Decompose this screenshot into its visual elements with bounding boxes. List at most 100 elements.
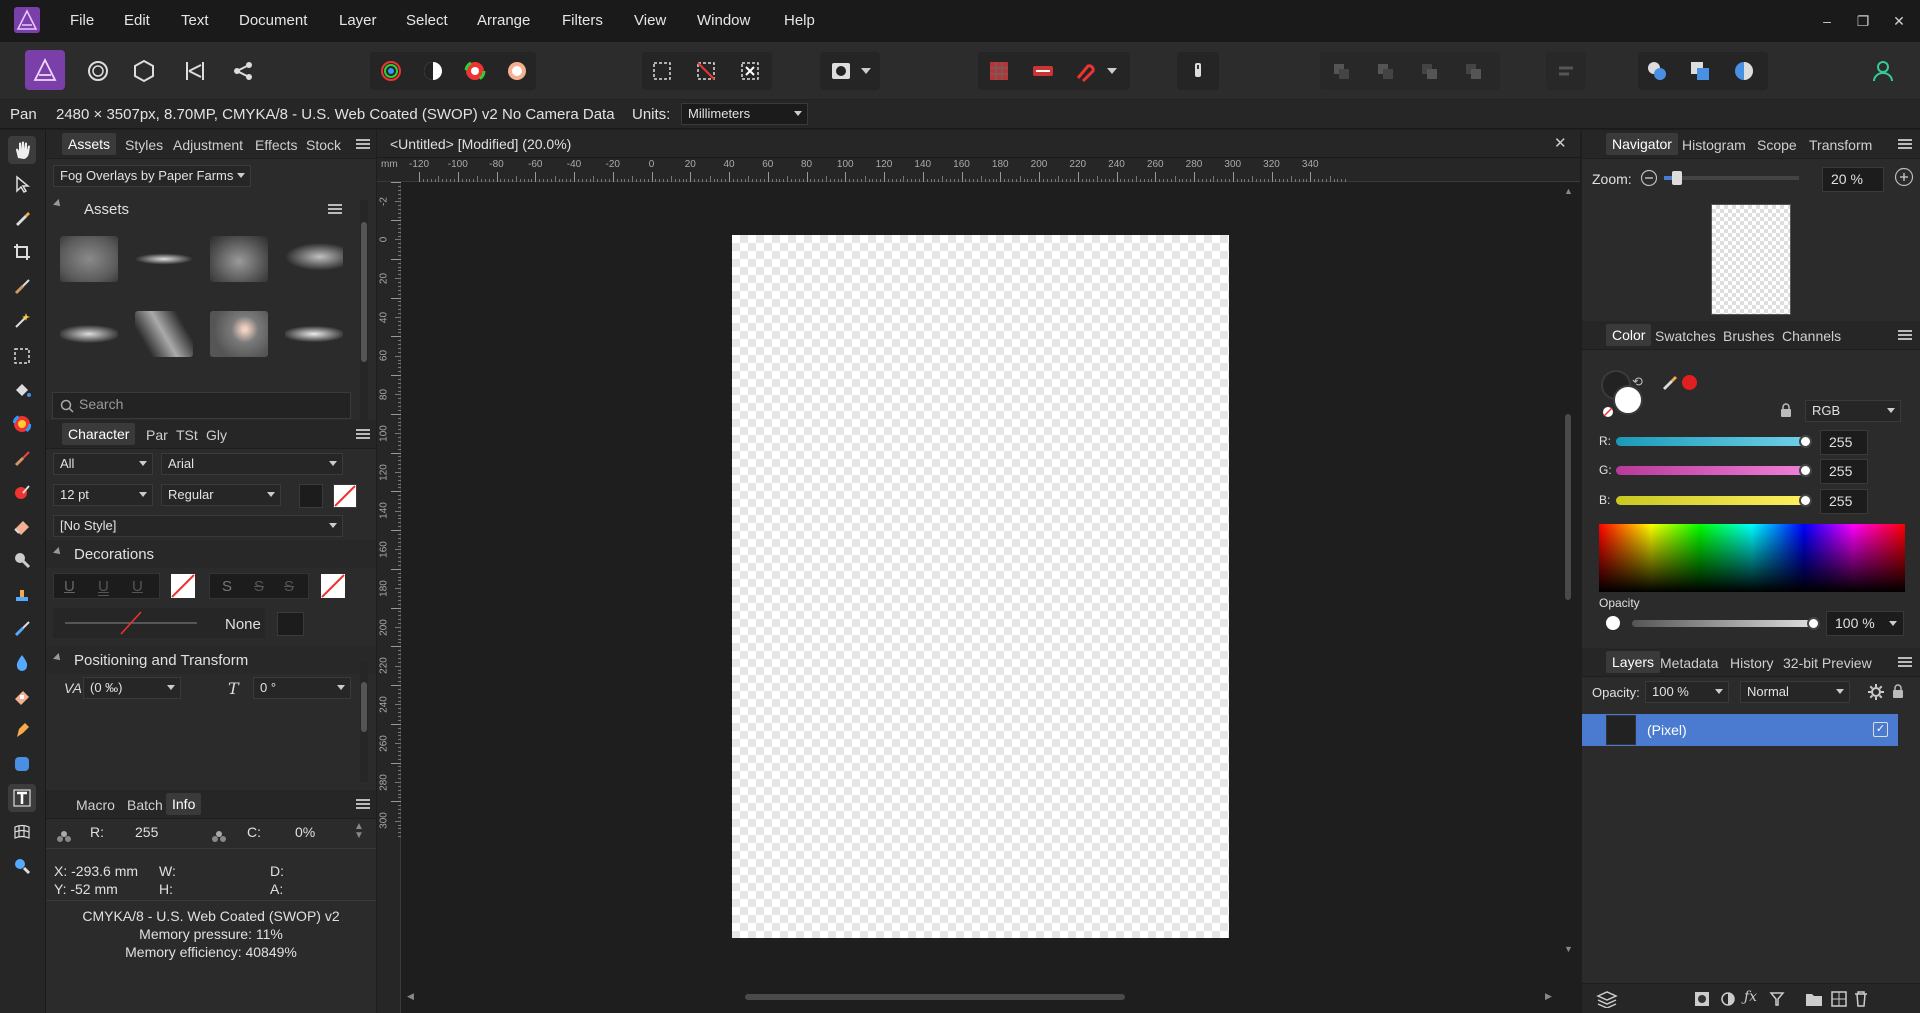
panel-menu-icon[interactable] [356, 429, 370, 439]
decorations-section-header[interactable]: Decorations [46, 540, 376, 568]
vertical-scrollbar[interactable]: ▲ ▼ [1562, 186, 1574, 956]
tab-assets[interactable]: Assets [62, 133, 117, 155]
move-tool-icon[interactable] [8, 170, 36, 198]
tab-brushes[interactable]: Brushes [1723, 328, 1774, 344]
zoom-in-icon[interactable] [1894, 167, 1914, 187]
zoom-slider-knob[interactable] [1672, 171, 1682, 185]
quick-mask-icon[interactable] [824, 54, 858, 88]
contrast-icon[interactable] [416, 54, 450, 88]
navigator-preview[interactable] [1711, 204, 1791, 315]
no-color-icon[interactable] [1602, 406, 1614, 418]
green-slider[interactable] [1616, 466, 1806, 475]
levels-icon[interactable] [374, 54, 408, 88]
menu-help[interactable]: Help [784, 12, 815, 29]
font-size-dropdown[interactable]: 12 pt [53, 484, 153, 506]
develop-persona-icon[interactable] [127, 54, 161, 88]
blend-mode-dropdown[interactable]: Normal [1740, 681, 1850, 703]
snapping-magnet-icon[interactable] [1068, 54, 1102, 88]
strikethrough-button[interactable]: S [222, 578, 232, 595]
menu-window[interactable]: Window [697, 12, 750, 29]
eyedropper-icon[interactable] [1660, 373, 1678, 391]
strikethrough-color-swatch[interactable] [321, 574, 345, 598]
tab-scope[interactable]: Scope [1757, 137, 1797, 153]
tone-mapping-persona-icon[interactable] [178, 54, 212, 88]
text-stroke-color-swatch[interactable] [333, 484, 357, 508]
intersect-icon[interactable] [1727, 54, 1761, 88]
scrollbar-thumb[interactable] [745, 994, 1125, 1000]
document-tab[interactable]: <Untitled> [Modified] (20.0%) ✕ [377, 130, 1580, 158]
close-window-button[interactable]: ✕ [1882, 8, 1916, 34]
gear-icon[interactable] [1867, 683, 1885, 701]
marquee-tool-icon[interactable] [8, 342, 36, 370]
scrollbar-thumb[interactable] [1565, 414, 1571, 600]
folder-icon[interactable] [1805, 991, 1823, 1007]
tab-history[interactable]: History [1730, 655, 1774, 671]
tab-32bit-preview[interactable]: 32-bit Preview [1783, 655, 1872, 671]
assistant-icon[interactable] [1026, 54, 1060, 88]
scroll-left-icon[interactable]: ◀ [407, 991, 414, 1002]
invert-selection-icon[interactable] [733, 54, 767, 88]
mask-layer-icon[interactable] [1694, 991, 1710, 1007]
tab-histogram[interactable]: Histogram [1682, 137, 1746, 153]
scroll-up-icon[interactable]: ▲ [1564, 186, 1573, 196]
tab-channels[interactable]: Channels [1782, 328, 1841, 344]
minimize-button[interactable]: – [1810, 8, 1844, 34]
layer-opacity-dropdown[interactable]: 100 % [1645, 681, 1729, 703]
layer-visibility-checkbox[interactable]: ✓ [1873, 722, 1888, 737]
tab-batch[interactable]: Batch [127, 797, 163, 813]
select-all-icon[interactable] [645, 54, 679, 88]
blue-slider-knob[interactable] [1799, 494, 1812, 507]
double-strikethrough-button[interactable]: S [254, 578, 264, 595]
tab-styles[interactable]: Styles [125, 137, 163, 153]
vertical-ruler[interactable]: -2 0 20 40 60 80 100 120 140 160 180 200 220 240 260 28… [377, 182, 401, 1013]
tab-navigator[interactable]: Navigator [1606, 133, 1678, 155]
pen-tool-icon[interactable] [8, 716, 36, 744]
adjustment-layer-icon[interactable] [1720, 991, 1736, 1007]
red-value-field[interactable]: 255 [1820, 430, 1868, 455]
tab-layers[interactable]: Layers [1606, 651, 1661, 673]
tab-metadata[interactable]: Metadata [1660, 655, 1718, 671]
asset-thumbnail[interactable] [285, 236, 343, 282]
erase-brush-tool-icon[interactable] [8, 512, 36, 540]
add-pixel-layer-icon[interactable] [1831, 991, 1847, 1007]
subcategory-menu-icon[interactable] [328, 204, 342, 214]
affinity-photo-logo-icon[interactable] [13, 6, 41, 34]
tab-character[interactable]: Character [62, 423, 136, 445]
close-document-icon[interactable]: ✕ [1554, 134, 1567, 152]
clone-brush-tool-icon[interactable] [8, 580, 36, 608]
menu-edit[interactable]: Edit [124, 12, 150, 29]
menu-text[interactable]: Text [181, 12, 209, 29]
tab-adjustment[interactable]: Adjustment [173, 137, 243, 153]
opacity-slider-knob[interactable] [1807, 617, 1820, 630]
panel-menu-icon[interactable] [1898, 657, 1912, 667]
white-balance-icon[interactable] [500, 54, 534, 88]
hsl-icon[interactable] [458, 54, 492, 88]
menu-layer[interactable]: Layer [339, 12, 377, 29]
tab-info[interactable]: Info [166, 793, 202, 815]
text-style-dropdown[interactable]: [No Style] [53, 515, 343, 537]
selection-brush-tool-icon[interactable] [8, 272, 36, 300]
document-canvas-transparent[interactable] [732, 235, 1229, 938]
assets-search-input[interactable]: Search [52, 392, 351, 419]
horizontal-ruler[interactable]: mm -120 -100 -80 -60 -40 -20 0 20 40 60 80 100 120 14… [377, 158, 1580, 182]
restore-button[interactable]: ❐ [1846, 8, 1880, 34]
asset-category-dropdown[interactable]: Fog Overlays by Paper Farms [53, 165, 251, 187]
underline-button[interactable]: U [64, 578, 75, 595]
text-fill-color-swatch[interactable] [299, 484, 323, 508]
photo-persona-icon[interactable] [25, 50, 65, 90]
smudge-brush-tool-icon[interactable] [8, 614, 36, 642]
underline-color-swatch[interactable] [171, 574, 195, 598]
blue-slider[interactable] [1616, 496, 1806, 505]
accounting-underline-button[interactable]: U [132, 578, 143, 595]
asset-thumbnail[interactable] [60, 311, 118, 357]
deselect-icon[interactable] [689, 54, 723, 88]
subtract-icon[interactable] [1683, 54, 1717, 88]
font-collection-dropdown[interactable]: All [53, 453, 153, 475]
info-scroll-arrows-icon[interactable]: ▲ ▼ [354, 822, 364, 841]
scrollbar-thumb[interactable] [361, 682, 367, 732]
swap-colors-icon[interactable]: ⟲ [1632, 374, 1643, 390]
tab-color[interactable]: Color [1606, 324, 1652, 346]
panel-menu-icon[interactable] [356, 799, 370, 809]
asset-thumbnail[interactable] [210, 311, 268, 357]
color-model-dropdown[interactable]: RGB [1805, 400, 1901, 422]
